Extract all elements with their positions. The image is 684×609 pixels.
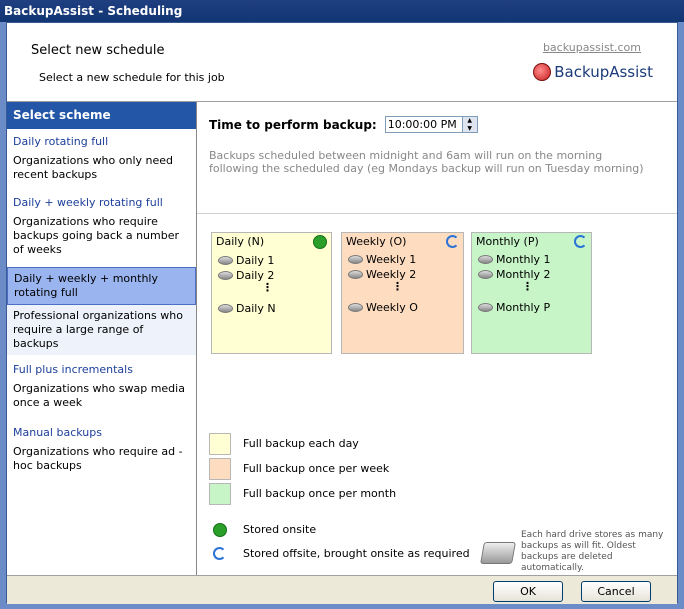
scheduling-window: BackupAssist - Scheduling Select new sch… xyxy=(0,0,684,609)
ellipsis-icon: ⋮ xyxy=(522,280,533,293)
backupassist-logo-icon xyxy=(533,63,552,81)
ellipsis-icon: ⋮ xyxy=(392,280,403,293)
scheme-name[interactable]: Daily + weekly rotating full xyxy=(13,196,190,209)
scheme-item[interactable]: Full plus incrementals Organizations who… xyxy=(7,357,196,414)
scheme-name[interactable]: Manual backups xyxy=(13,426,190,439)
weekly-swatch xyxy=(209,458,231,480)
disk-icon xyxy=(478,255,493,264)
website-link[interactable]: backupassist.com xyxy=(543,41,641,54)
brand-logo: BackupAssist xyxy=(533,63,653,81)
cancel-button[interactable]: Cancel xyxy=(581,581,651,602)
media-item: Daily N xyxy=(216,301,327,316)
schedule-main: Time to perform backup: 10:00:00 PM ▲ ▼ … xyxy=(197,102,677,575)
onsite-icon xyxy=(313,235,327,249)
legend-label: Full backup each day xyxy=(243,437,359,450)
page-title: Select new schedule xyxy=(31,43,165,58)
disk-icon xyxy=(218,256,233,265)
monthly-box: Monthly (P) Monthly 1 Monthly 2 ⋮ Monthl… xyxy=(471,232,592,354)
disk-icon xyxy=(478,270,493,279)
button-bar: OK Cancel xyxy=(7,575,677,604)
media-item: Monthly P xyxy=(476,300,587,315)
ok-button[interactable]: OK xyxy=(493,581,563,602)
header-panel: Select new schedule Select a new schedul… xyxy=(7,23,677,102)
scheme-name[interactable]: Daily rotating full xyxy=(13,135,190,148)
window-title: BackupAssist - Scheduling xyxy=(0,0,684,22)
weekly-box: Weekly (O) Weekly 1 Weekly 2 ⋮ Weekly O xyxy=(341,232,464,354)
box-title: Daily (N) xyxy=(216,235,265,248)
scheme-desc: Professional organizations who require a… xyxy=(7,305,196,355)
ellipsis-icon: ⋮ xyxy=(262,281,273,294)
spin-up-icon[interactable]: ▲ xyxy=(463,117,477,125)
time-row: Time to perform backup: 10:00:00 PM ▲ ▼ xyxy=(209,116,478,133)
disk-icon xyxy=(348,270,363,279)
scheme-sidebar: Select scheme Daily rotating full Organi… xyxy=(7,102,197,575)
scheme-item[interactable]: Manual backups Organizations who require… xyxy=(7,420,196,477)
sidebar-title: Select scheme xyxy=(7,102,196,129)
scheme-name[interactable]: Full plus incrementals xyxy=(13,363,190,376)
scheme-desc: Organizations who require ad -hoc backup… xyxy=(13,445,183,472)
legend-label: Stored offsite, brought onsite as requir… xyxy=(243,547,470,560)
time-label: Time to perform backup: xyxy=(209,117,377,132)
box-title: Weekly (O) xyxy=(346,235,407,248)
daily-swatch xyxy=(209,433,231,455)
scheme-item[interactable]: Daily rotating full Organizations who on… xyxy=(7,129,196,186)
offsite-icon xyxy=(213,547,226,560)
scheme-item[interactable]: Daily + weekly rotating full Organizatio… xyxy=(7,190,196,261)
disk-icon xyxy=(348,255,363,264)
schedule-note: Backups scheduled between midnight and 6… xyxy=(209,149,644,175)
divider xyxy=(197,213,677,214)
time-input[interactable]: 10:00:00 PM xyxy=(384,116,463,133)
daily-box: Daily (N) Daily 1 Daily 2 ⋮ Daily N xyxy=(211,232,332,354)
disk-icon xyxy=(348,303,363,312)
legend-label: Full backup once per month xyxy=(243,487,397,500)
disk-icon xyxy=(478,303,493,312)
scheme-desc: Organizations who require backups going … xyxy=(13,215,180,256)
scheme-item-selected[interactable]: Daily + weekly + monthly rotating full P… xyxy=(7,267,196,355)
legend-label: Stored onsite xyxy=(243,523,317,536)
spin-down-icon[interactable]: ▼ xyxy=(463,125,477,133)
onsite-icon xyxy=(213,523,227,537)
page-subtitle: Select a new schedule for this job xyxy=(39,71,225,84)
scheme-desc: Organizations who only need recent backu… xyxy=(13,154,173,181)
media-item: Weekly 1 xyxy=(346,252,459,267)
monthly-swatch xyxy=(209,483,231,505)
scheme-desc: Organizations who swap media once a week xyxy=(13,382,185,409)
media-item: Monthly 1 xyxy=(476,252,587,267)
offsite-icon xyxy=(446,235,459,248)
brand-name: BackupAssist xyxy=(554,63,653,81)
time-spinner[interactable]: ▲ ▼ xyxy=(462,116,478,133)
disk-icon xyxy=(218,271,233,280)
scheme-name[interactable]: Daily + weekly + monthly rotating full xyxy=(7,267,196,305)
dialog-client: Select new schedule Select a new schedul… xyxy=(6,22,678,604)
disk-icon xyxy=(218,304,233,313)
media-item: Weekly O xyxy=(346,300,459,315)
box-title: Monthly (P) xyxy=(476,235,539,248)
media-item: Daily 1 xyxy=(216,253,327,268)
offsite-icon xyxy=(574,235,587,248)
hard-drive-note: Each hard drive stores as many backups a… xyxy=(521,530,664,573)
hard-drive-icon xyxy=(480,542,516,564)
legend-label: Full backup once per week xyxy=(243,462,390,475)
